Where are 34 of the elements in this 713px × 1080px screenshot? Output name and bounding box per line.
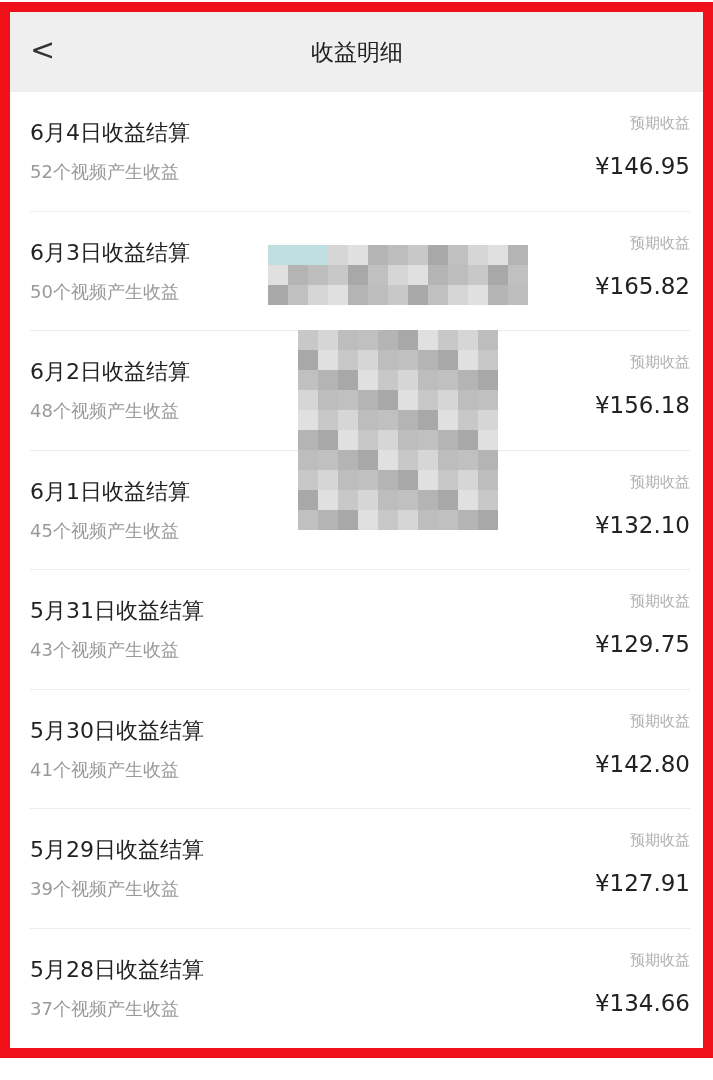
settlement-title: 5月30日收益结算	[30, 716, 204, 745]
settlement-title: 5月31日收益结算	[30, 597, 204, 625]
video-count: 52个视频产生收益	[30, 160, 180, 184]
video-count: 50个视频产生收益	[30, 279, 180, 304]
settlement-title: 5月29日收益结算	[30, 836, 204, 864]
earnings-amount: ¥142.80	[594, 750, 690, 777]
expected-earnings-label: 预期收益	[630, 233, 690, 253]
video-count: 43个视频产生收益	[30, 638, 180, 662]
settlement-title: 5月28日收益结算	[30, 955, 204, 984]
expected-earnings-label: 预期收益	[630, 114, 690, 133]
earnings-amount: ¥156.18	[594, 392, 690, 418]
earnings-amount: ¥127.91	[594, 870, 690, 896]
earnings-amount: ¥134.66	[594, 989, 690, 1016]
expected-earnings-label: 预期收益	[630, 831, 690, 850]
video-count: 45个视频产生收益	[30, 518, 180, 543]
expected-earnings-label: 预期收益	[630, 472, 690, 492]
expected-earnings-label: 预期收益	[630, 950, 690, 970]
expected-earnings-label: 预期收益	[630, 353, 690, 372]
video-count: 37个视频产生收益	[30, 996, 180, 1021]
video-count: 39个视频产生收益	[30, 877, 180, 901]
earnings-amount: ¥146.95	[594, 153, 690, 179]
earnings-amount: ¥132.10	[594, 511, 690, 538]
settlement-title: 6月4日收益结算	[30, 119, 190, 147]
back-button[interactable]: <	[24, 32, 62, 67]
expected-earnings-label: 预期收益	[630, 711, 690, 731]
expected-earnings-label: 预期收益	[630, 592, 690, 611]
earnings-amount: ¥129.75	[594, 631, 690, 657]
settlement-title: 6月3日收益结算	[30, 238, 190, 267]
video-count: 48个视频产生收益	[30, 399, 180, 423]
settlement-title: 6月2日收益结算	[30, 358, 190, 386]
video-count: 41个视频产生收益	[30, 757, 180, 782]
settlement-title: 6月1日收益结算	[30, 477, 190, 506]
earnings-amount: ¥165.82	[594, 272, 690, 299]
page-title: 收益明细	[310, 37, 403, 67]
